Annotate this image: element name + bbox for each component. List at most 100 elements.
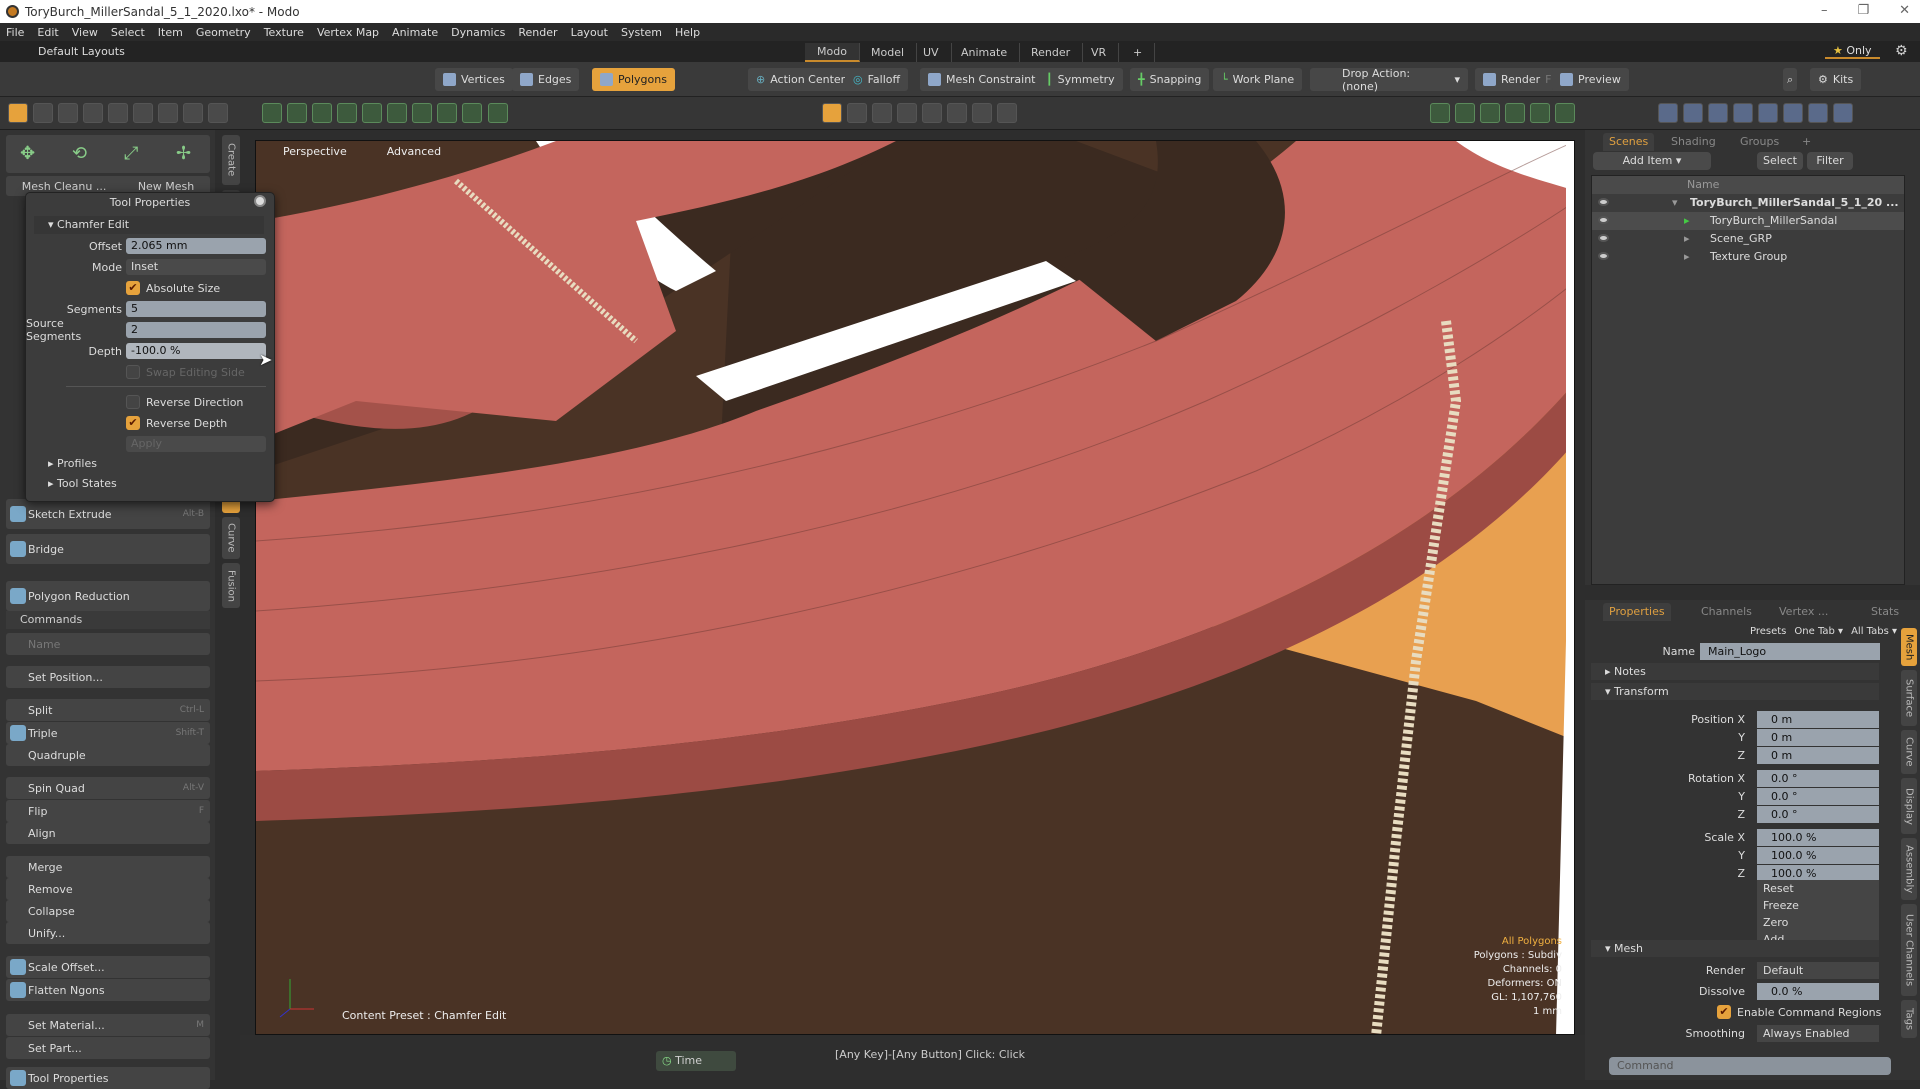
viewport-tool-icon[interactable] <box>822 103 842 123</box>
profiles-section[interactable]: ▸ Profiles <box>34 455 264 473</box>
item-tool-icon[interactable] <box>1683 103 1703 123</box>
layout-tab-model[interactable]: Model <box>859 43 918 62</box>
transform-value-field[interactable]: 0 m <box>1757 729 1879 746</box>
menu-layout[interactable]: Layout <box>571 26 608 39</box>
command-flip[interactable]: Flip F <box>6 800 210 822</box>
edges-button[interactable]: Edges <box>512 68 580 91</box>
layout-tab-modo[interactable]: Modo <box>805 43 860 62</box>
vertices-button[interactable]: Vertices <box>435 68 513 91</box>
tool-mode-icon[interactable] <box>83 103 103 123</box>
command-polygon-reduction[interactable]: Polygon Reduction <box>6 581 210 611</box>
layout-toggle-icon[interactable] <box>1505 103 1525 123</box>
default-layouts-menu[interactable]: Default Layouts <box>38 45 125 58</box>
dissolve-field[interactable]: 0.0 % <box>1757 983 1879 1000</box>
menu-dynamics[interactable]: Dynamics <box>451 26 505 39</box>
tab-mesh[interactable]: Mesh <box>1901 628 1917 666</box>
menu-animate[interactable]: Animate <box>392 26 438 39</box>
tab-properties[interactable]: Properties <box>1603 603 1671 621</box>
snap-tool-icon[interactable] <box>412 103 432 123</box>
transform-value-field[interactable]: 100.0 % <box>1757 847 1879 864</box>
menu-select[interactable]: Select <box>111 26 145 39</box>
move-tool-icon[interactable]: ✥ <box>20 143 35 164</box>
expand-arrow-icon[interactable]: ▸ <box>1684 212 1690 230</box>
visibility-eye-icon[interactable] <box>1598 252 1609 260</box>
menu-file[interactable]: File <box>6 26 24 39</box>
layout-tab-add[interactable]: + <box>1121 43 1156 62</box>
enable-command-regions-checkbox[interactable]: ✔ <box>1717 1005 1731 1019</box>
menu-texture[interactable]: Texture <box>264 26 304 39</box>
smoothing-dropdown[interactable]: Always Enabled <box>1757 1025 1879 1042</box>
tool-mode-icon[interactable] <box>33 103 53 123</box>
mesh-constraint-button[interactable]: Mesh Constraint <box>920 68 1044 91</box>
transform-value-field[interactable]: 0 m <box>1757 747 1879 764</box>
command-triple[interactable]: Triple Shift-T <box>6 722 210 744</box>
rotate-tool-icon[interactable]: ⟲ <box>72 143 87 164</box>
mode-dropdown[interactable]: Inset <box>126 259 266 275</box>
snap-tool-icon[interactable] <box>437 103 457 123</box>
work-plane-button[interactable]: └ Work Plane <box>1213 68 1303 91</box>
gear-icon[interactable]: ⚙ <box>1895 43 1908 59</box>
transform-value-field[interactable]: 0 m <box>1757 711 1879 728</box>
command-set-material[interactable]: Set Material... M <box>6 1014 210 1036</box>
command-tool-properties[interactable]: Tool Properties <box>6 1067 210 1089</box>
polygons-button[interactable]: Polygons <box>592 68 675 91</box>
viewport-tool-icon[interactable] <box>947 103 967 123</box>
kits-button[interactable]: ⚙ Kits <box>1810 68 1862 91</box>
tab-groups[interactable]: Groups <box>1734 133 1785 151</box>
search-button[interactable]: ⌕ <box>1783 68 1798 91</box>
tab-curve[interactable]: Curve <box>1901 730 1917 774</box>
tool-mode-icon[interactable] <box>133 103 153 123</box>
tool-mode-icon[interactable] <box>158 103 178 123</box>
tool-mode-icon[interactable] <box>208 103 228 123</box>
expand-arrow-icon[interactable]: ▾ <box>1672 194 1678 212</box>
reset-dropdown[interactable]: Reset <box>1757 880 1879 897</box>
segments-field[interactable]: 5 <box>126 301 266 317</box>
action-center-button[interactable]: ⊕ Action Center <box>748 68 854 91</box>
expand-arrow-icon[interactable]: ▸ <box>1684 248 1690 266</box>
command-align[interactable]: Align <box>6 822 210 844</box>
symmetry-button[interactable]: ┃ Symmetry <box>1038 68 1123 91</box>
command-split[interactable]: Split Ctrl-L <box>6 699 210 721</box>
maximize-button[interactable]: ❐ <box>1857 3 1869 18</box>
tab-add[interactable]: + <box>1796 133 1817 151</box>
tab-assembly[interactable]: Assembly <box>1901 838 1917 900</box>
minimize-button[interactable]: – <box>1821 3 1828 18</box>
command-flatten-ngons[interactable]: Flatten Ngons <box>6 979 210 1001</box>
item-tool-icon[interactable] <box>1758 103 1778 123</box>
tab-stats[interactable]: Stats <box>1865 603 1905 621</box>
notes-section[interactable]: ▸ Notes <box>1591 663 1879 680</box>
visibility-eye-icon[interactable] <box>1598 198 1609 206</box>
zero-dropdown[interactable]: Zero <box>1757 914 1879 931</box>
tab-surface[interactable]: Surface <box>1901 670 1917 726</box>
tab-vertex[interactable]: Vertex ... <box>1773 603 1834 621</box>
scene-tree-item[interactable]: ▸ ToryBurch_MillerSandal <box>1592 212 1904 230</box>
tab-fusion[interactable]: Fusion <box>222 563 240 608</box>
layout-tab-vr[interactable]: VR <box>1079 43 1120 62</box>
reverse-depth-checkbox[interactable]: ✔ <box>126 416 140 430</box>
layout-toggle-icon[interactable] <box>1430 103 1450 123</box>
menu-view[interactable]: View <box>72 26 98 39</box>
item-tool-icon[interactable] <box>1708 103 1728 123</box>
offset-field[interactable]: 2.065 mm <box>126 238 266 254</box>
item-tool-icon[interactable] <box>1783 103 1803 123</box>
snap-tool-icon[interactable] <box>362 103 382 123</box>
snapping-button[interactable]: ╋ Snapping <box>1130 68 1210 91</box>
command-quadruple[interactable]: Quadruple <box>6 744 210 766</box>
tab-curve[interactable]: Curve <box>222 517 240 559</box>
command-set-part[interactable]: Set Part... <box>6 1037 210 1059</box>
view-type-menu[interactable]: Perspective <box>283 145 347 158</box>
add-item-dropdown[interactable]: Add Item ▾ <box>1593 152 1711 170</box>
transform-value-field[interactable]: 0.0 ° <box>1757 806 1879 823</box>
command-unify[interactable]: Unify... <box>6 922 210 944</box>
menu-vertex-map[interactable]: Vertex Map <box>317 26 379 39</box>
source-segments-field[interactable]: 2 <box>126 322 266 338</box>
filter-button[interactable]: Filter <box>1807 152 1853 170</box>
falloff-button[interactable]: ◎ Falloff <box>845 68 909 91</box>
presets-button[interactable]: Presets <box>1750 626 1786 637</box>
tab-create[interactable]: Create <box>222 135 240 185</box>
tool-mode-icon[interactable] <box>108 103 128 123</box>
item-tool-icon[interactable] <box>1658 103 1678 123</box>
snap-tool-icon[interactable] <box>337 103 357 123</box>
tool-mode-icon[interactable] <box>8 103 28 123</box>
command-merge[interactable]: Merge <box>6 856 210 878</box>
